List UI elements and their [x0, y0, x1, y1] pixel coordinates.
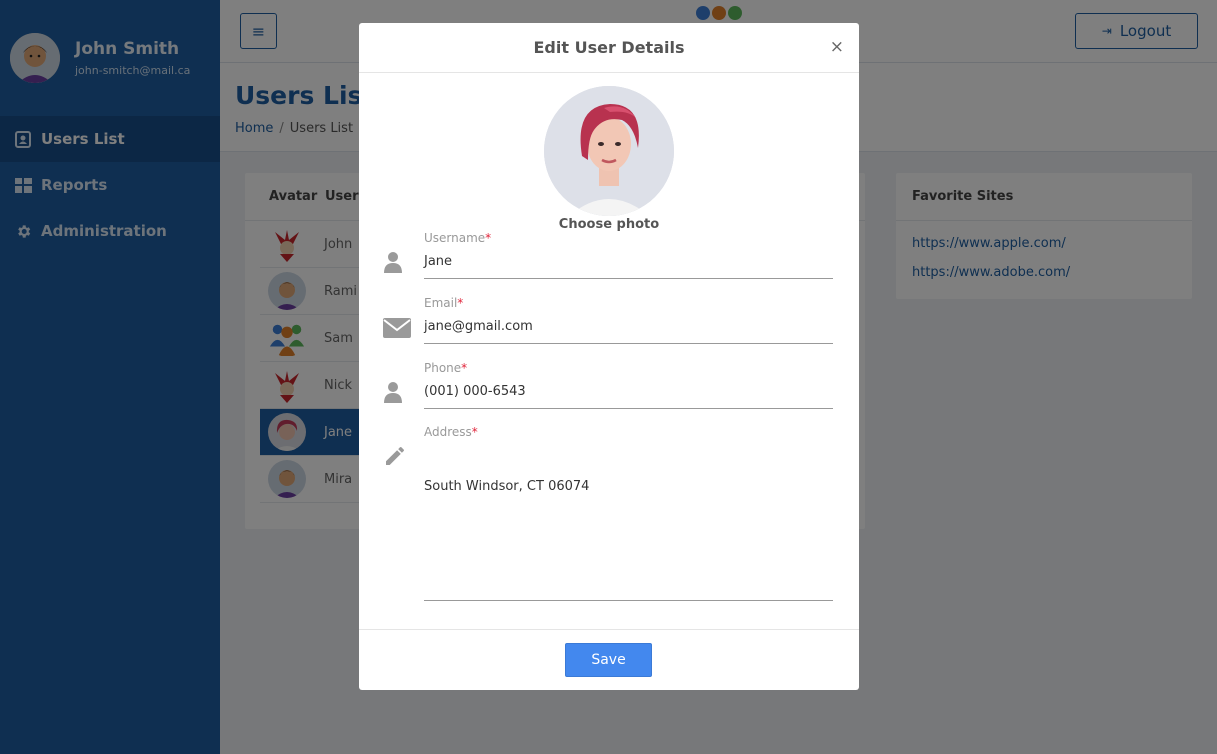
address-label-wrap: Address*: [424, 425, 833, 439]
dialog-footer: Save: [359, 629, 859, 690]
dialog-title: Edit User Details: [533, 38, 685, 57]
address-value: South Windsor, CT 06074: [424, 479, 590, 494]
email-field[interactable]: Email* jane@gmail.com: [424, 296, 833, 344]
email-input[interactable]: jane@gmail.com: [424, 319, 833, 344]
close-icon[interactable]: ×: [830, 37, 844, 57]
choose-photo-link[interactable]: Choose photo: [359, 217, 859, 232]
user-icon: [383, 250, 403, 278]
dialog-header: Edit User Details ×: [359, 23, 859, 73]
username-field[interactable]: Username* Jane: [424, 231, 833, 279]
email-label: Email*: [424, 296, 464, 310]
pencil-icon: [383, 444, 407, 472]
phone-field[interactable]: Phone* (001) 000-6543: [424, 361, 833, 409]
save-button[interactable]: Save: [565, 643, 652, 677]
phone-label: Phone*: [424, 361, 468, 375]
user-icon: [383, 380, 403, 408]
user-photo[interactable]: [544, 86, 674, 216]
phone-input[interactable]: (001) 000-6543: [424, 384, 833, 409]
username-label: Username*: [424, 231, 492, 245]
username-input[interactable]: Jane: [424, 254, 833, 279]
envelope-icon: [383, 318, 411, 342]
address-label: Address*: [424, 425, 478, 439]
edit-user-dialog: Edit User Details × Choose photo Usernam…: [359, 23, 859, 690]
address-textarea[interactable]: South Windsor, CT 06074: [424, 451, 833, 601]
